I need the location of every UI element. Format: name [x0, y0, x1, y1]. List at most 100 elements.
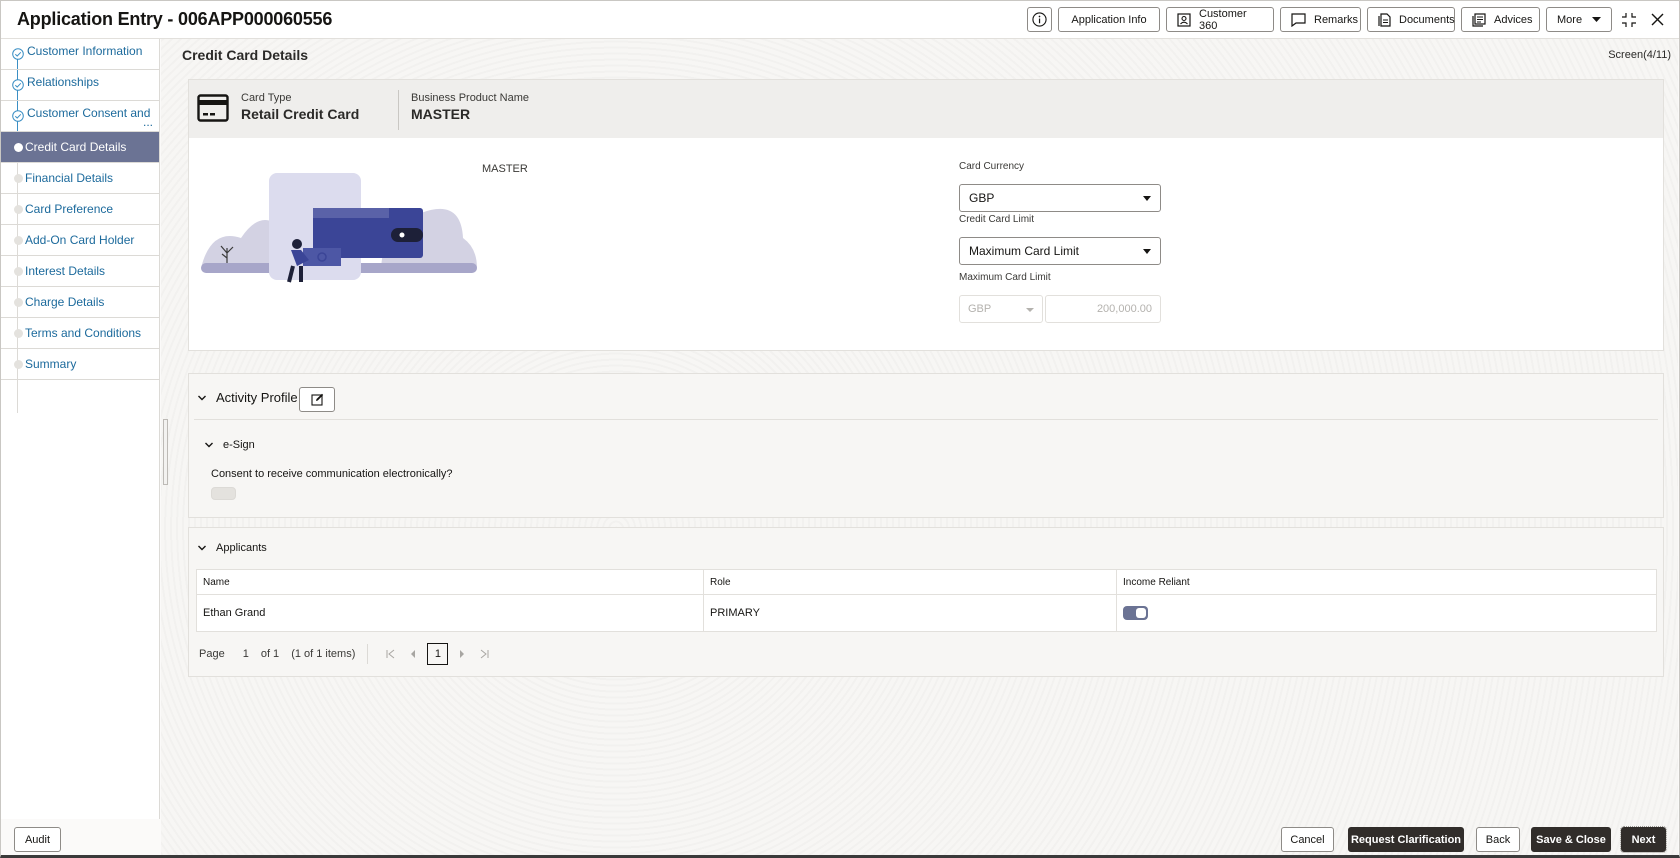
collapse-window-button[interactable]: [1618, 9, 1640, 31]
income-reliant-switch[interactable]: [1123, 606, 1148, 620]
step-dot-icon: [14, 267, 23, 276]
first-page-icon: [386, 649, 395, 659]
more-button[interactable]: More: [1546, 7, 1612, 32]
truncation-ellipsis: ...: [142, 115, 153, 129]
sidebar-item-financial-details[interactable]: Financial Details: [1, 163, 159, 194]
sidebar-item-label: Customer Consent and: [27, 106, 151, 120]
step-dot-icon: [14, 205, 23, 214]
sidebar-item-label: Add-On Card Holder: [25, 233, 135, 247]
sidebar-item-summary[interactable]: Summary: [1, 349, 159, 380]
sidebar-item-interest-details[interactable]: Interest Details: [1, 256, 159, 287]
caret-down-icon: [1592, 16, 1601, 23]
current-page-button[interactable]: 1: [427, 643, 449, 665]
activity-profile-toggle[interactable]: Activity Profile: [197, 390, 298, 405]
page-of-label: of 1: [260, 648, 280, 660]
more-label: More: [1557, 13, 1583, 26]
first-page-button[interactable]: [380, 643, 402, 665]
column-header-income-reliant[interactable]: Income Reliant: [1116, 569, 1657, 595]
sidebar-item-label: Terms and Conditions: [25, 326, 142, 340]
comment-icon: [1291, 12, 1306, 27]
chevron-down-icon: [205, 442, 213, 448]
sidebar-item-label: Summary: [25, 357, 77, 371]
table-header-row: Name Role Income Reliant: [196, 569, 1657, 595]
close-icon: [1651, 13, 1664, 26]
sidebar-item-card-preference[interactable]: Card Preference: [1, 194, 159, 225]
sidebar-item-label: Card Preference: [25, 202, 114, 216]
sidebar-item-relationships[interactable]: Relationships: [1, 70, 159, 101]
customer-360-button[interactable]: Customer 360: [1166, 7, 1274, 32]
business-product-value: MASTER: [411, 106, 471, 122]
esign-consent-switch[interactable]: [211, 487, 236, 500]
pager-divider: [367, 644, 369, 664]
sidebar-resize-handle[interactable]: [163, 419, 168, 485]
back-button[interactable]: Back: [1476, 827, 1520, 852]
last-page-icon: [481, 649, 489, 659]
business-product-label: Business Product Name: [411, 92, 529, 104]
customer-360-label: Customer 360: [1199, 7, 1247, 32]
product-caption: MASTER: [482, 163, 528, 175]
column-header-role[interactable]: Role: [703, 569, 1117, 595]
next-page-icon: [460, 650, 465, 658]
caret-down-icon: [1143, 196, 1151, 201]
chevron-down-icon: [198, 395, 206, 400]
check-circle-icon: [12, 48, 24, 60]
header-divider: [398, 90, 399, 130]
edit-icon: [310, 393, 323, 406]
advices-button[interactable]: Advices: [1461, 7, 1540, 32]
chevron-down-icon: [198, 545, 206, 551]
maximum-card-limit-amount-input: 200,000.00: [1045, 295, 1161, 323]
esign-toggle[interactable]: e-Sign: [204, 439, 255, 451]
sidebar-item-label: Customer Information: [27, 44, 143, 58]
info-icon: [1032, 12, 1047, 27]
sidebar-item-charge-details[interactable]: Charge Details: [1, 287, 159, 318]
sidebar-item-add-on-card-holder[interactable]: Add-On Card Holder: [1, 225, 159, 256]
application-info-button[interactable]: Application Info: [1058, 7, 1160, 32]
request-clarification-button[interactable]: Request Clarification: [1348, 827, 1464, 852]
applicants-table: Name Role Income Reliant Ethan Grand PRI…: [196, 569, 1657, 632]
cancel-button[interactable]: Cancel: [1281, 827, 1334, 852]
column-header-name[interactable]: Name: [196, 569, 704, 595]
card-type-value: Retail Credit Card: [241, 106, 360, 122]
audit-button[interactable]: Audit: [14, 827, 61, 852]
page-title: Credit Card Details: [182, 47, 309, 63]
edit-activity-profile-button[interactable]: [299, 387, 335, 412]
remarks-label: Remarks: [1314, 13, 1359, 26]
applicant-role: PRIMARY: [703, 594, 1117, 632]
wallet-illustration: [201, 173, 477, 283]
remarks-button[interactable]: Remarks: [1280, 7, 1361, 32]
documents-button[interactable]: Documents: [1367, 7, 1455, 32]
credit-card-limit-select[interactable]: Maximum Card Limit: [959, 237, 1161, 265]
esign-consent-question: Consent to receive communication electro…: [211, 468, 453, 480]
applicants-panel: Applicants Name Role Income Reliant Etha…: [188, 527, 1664, 677]
sidebar-item-customer-information[interactable]: Customer Information: [1, 39, 159, 70]
sidebar-item-customer-consent[interactable]: Customer Consent and ...: [1, 101, 159, 132]
maximum-card-limit-currency: GBP: [968, 303, 992, 315]
documents-label: Documents: [1399, 13, 1455, 26]
sidebar-item-credit-card-details[interactable]: Credit Card Details: [1, 132, 159, 163]
credit-card-limit-value: Maximum Card Limit: [969, 244, 1080, 258]
step-dot-icon: [14, 143, 23, 152]
close-window-button[interactable]: [1646, 9, 1668, 31]
previous-page-icon: [411, 650, 416, 658]
save-and-close-button[interactable]: Save & Close: [1531, 827, 1611, 852]
esign-title: e-Sign: [223, 439, 255, 451]
previous-page-button[interactable]: [402, 643, 424, 665]
next-button[interactable]: Next: [1620, 826, 1667, 853]
card-currency-label: Card Currency: [959, 161, 1025, 172]
table-row[interactable]: Ethan Grand PRIMARY: [196, 594, 1657, 632]
app-header: Application Entry - 006APP000060556 Appl…: [0, 0, 1680, 39]
next-page-button[interactable]: [451, 643, 473, 665]
check-circle-icon: [12, 79, 24, 91]
last-page-button[interactable]: [473, 643, 495, 665]
info-button[interactable]: [1027, 7, 1052, 32]
applicants-toggle[interactable]: Applicants: [197, 542, 267, 554]
card-type-label: Card Type: [241, 92, 292, 104]
document-icon: [1378, 12, 1391, 27]
card-details-panel: Card Type Retail Credit Card Business Pr…: [188, 79, 1664, 351]
step-dot-icon: [14, 329, 23, 338]
card-currency-select[interactable]: GBP: [959, 184, 1161, 212]
check-circle-icon: [12, 110, 24, 122]
sidebar-item-label: Relationships: [27, 75, 100, 89]
income-reliant-cell: [1116, 594, 1657, 632]
sidebar-item-terms-and-conditions[interactable]: Terms and Conditions: [1, 318, 159, 349]
